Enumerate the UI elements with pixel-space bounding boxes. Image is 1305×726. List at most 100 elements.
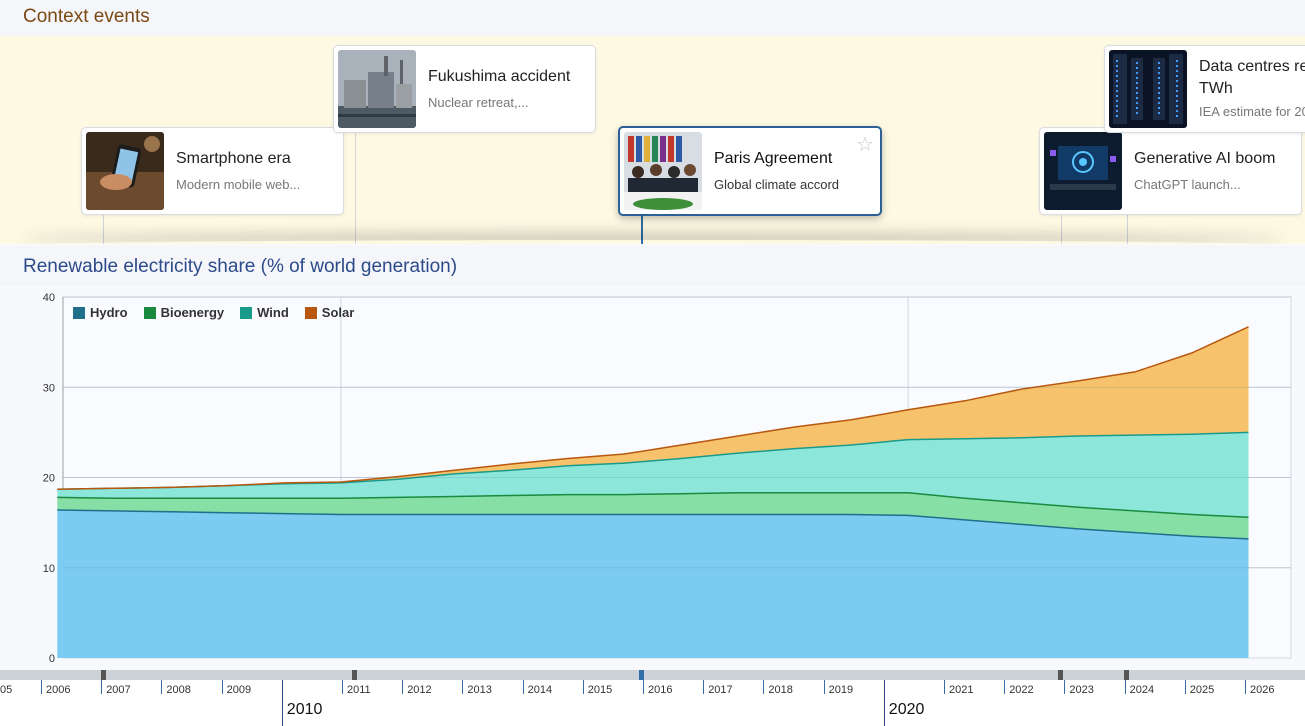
smartphone-photo <box>86 132 164 210</box>
year-label: 2016 <box>648 684 673 696</box>
year-label: 2019 <box>828 684 854 696</box>
nuclear-plant-photo <box>338 50 416 128</box>
year-tick <box>402 680 404 694</box>
year-label: 2022 <box>1009 684 1034 696</box>
year-tick <box>462 680 464 694</box>
event-card-data-centres[interactable]: Data centres reach ~415 TWh IEA estimate… <box>1104 45 1305 133</box>
event-marker[interactable] <box>101 670 106 680</box>
legend-label: Hydro <box>90 305 128 320</box>
event-stem-active <box>641 214 643 244</box>
y-tick-label: 30 <box>43 382 55 394</box>
year-label: 05 <box>0 684 13 696</box>
renewable-share-chart: 0 10 20 30 40 <box>43 292 1292 665</box>
chart-title: Renewable electricity share (% of world … <box>23 256 458 277</box>
year-label: 2025 <box>1189 684 1215 696</box>
year-label: 2007 <box>106 684 131 696</box>
card-title: Smartphone era <box>176 150 291 167</box>
legend-swatch <box>143 306 156 319</box>
year-label: 2011 <box>347 684 371 696</box>
timeline-axis: 05 2006 2007 2008 2009 2011 2012 2013 2014 2015 20… <box>0 670 1305 726</box>
year-label: 2024 <box>1129 684 1155 696</box>
year-label: 2006 <box>46 684 71 696</box>
card-subtitle: Global climate accord <box>714 177 839 192</box>
y-tick-label: 40 <box>43 292 55 304</box>
card-title: Data centres reach ~415 TWh <box>1199 58 1305 97</box>
year-label: 2021 <box>949 684 974 696</box>
year-tick <box>582 680 584 694</box>
event-stem <box>103 214 104 244</box>
star-outline-icon[interactable]: ☆ <box>856 132 874 156</box>
event-stem <box>355 130 356 244</box>
ai-laptop-photo <box>1044 132 1122 210</box>
year-tick <box>101 680 103 694</box>
event-card-fukushima[interactable]: Fukushima accident Nuclear retreat,... <box>333 45 596 133</box>
card-subtitle: IEA estimate for 2024 <box>1199 104 1305 119</box>
legend-swatch <box>240 306 253 319</box>
server-room-photo <box>1109 50 1187 128</box>
year-label: 2023 <box>1069 684 1094 696</box>
card-subtitle: ChatGPT launch... <box>1134 177 1241 192</box>
event-stem <box>1061 214 1062 244</box>
events-section-title: Context events <box>23 6 150 27</box>
legend-label: Solar <box>321 305 355 320</box>
legend-item-hydro[interactable]: Hydro <box>73 305 128 320</box>
year-tick <box>1184 680 1186 694</box>
event-card-paris-agreement[interactable]: Paris Agreement Global climate accord ☆ <box>618 126 882 216</box>
year-tick <box>1245 680 1246 694</box>
decade-label: 2010 <box>286 701 323 718</box>
year-tick <box>1004 680 1006 694</box>
year-tick <box>1124 680 1126 694</box>
year-label: 2012 <box>407 684 432 696</box>
legend-swatch <box>304 306 317 319</box>
year-label: 2026 <box>1250 684 1275 696</box>
event-card-smartphone[interactable]: Smartphone era Modern mobile web... <box>81 127 344 215</box>
year-label: 2013 <box>467 684 492 696</box>
year-tick <box>342 680 343 694</box>
y-tick-label: 20 <box>43 473 55 485</box>
decade-tick <box>281 680 283 726</box>
year-label: 2009 <box>226 684 252 696</box>
timeline-scrubber[interactable] <box>0 670 1305 680</box>
year-label: 2017 <box>708 684 733 696</box>
legend-item-solar[interactable]: Solar <box>304 305 355 320</box>
legend-label: Wind <box>257 305 289 320</box>
year-tick <box>41 680 42 694</box>
card-title: Paris Agreement <box>714 150 833 167</box>
card-subtitle: Modern mobile web... <box>176 177 301 192</box>
event-marker[interactable] <box>1058 670 1063 680</box>
events-band: Smartphone era Modern mobile web... Fuku… <box>0 36 1305 244</box>
y-tick-label: 10 <box>43 563 55 575</box>
legend-label: Bioenergy <box>160 305 225 320</box>
year-tick <box>944 680 945 694</box>
year-tick <box>221 680 223 694</box>
year-tick <box>703 680 705 694</box>
legend-item-bioenergy[interactable]: Bioenergy <box>143 305 225 320</box>
year-tick <box>1064 680 1066 694</box>
event-marker[interactable] <box>352 670 357 680</box>
decade-label: 2020 <box>888 701 925 718</box>
area-hydro <box>57 510 1249 658</box>
card-title: Fukushima accident <box>428 68 571 85</box>
year-label: 2008 <box>166 684 191 696</box>
legend-swatch <box>73 306 85 319</box>
app-root: Context events Smartphone era Modern mob… <box>0 0 1305 726</box>
chart-header: Renewable electricity share (% of world … <box>0 246 1305 286</box>
year-tick <box>161 680 163 694</box>
year-tick <box>763 680 765 694</box>
card-subtitle: Nuclear retreat,... <box>428 95 529 110</box>
year-label: 2018 <box>768 684 793 696</box>
y-tick-label: 0 <box>49 653 55 665</box>
legend-item-wind[interactable]: Wind <box>240 305 289 320</box>
chart-legend: Hydro Bioenergy Wind Solar <box>73 305 354 320</box>
year-tick <box>823 680 825 694</box>
card-title: Generative AI boom <box>1134 150 1276 167</box>
year-label: 2015 <box>587 684 613 696</box>
decade-tick <box>883 680 885 726</box>
event-marker-active[interactable] <box>639 670 644 680</box>
conference-photo <box>624 132 702 210</box>
year-tick <box>522 680 524 694</box>
event-card-generative-ai[interactable]: Generative AI boom ChatGPT launch... <box>1039 127 1302 215</box>
events-header: Context events <box>0 0 1305 36</box>
year-tick <box>643 680 644 694</box>
event-marker[interactable] <box>1124 670 1129 680</box>
